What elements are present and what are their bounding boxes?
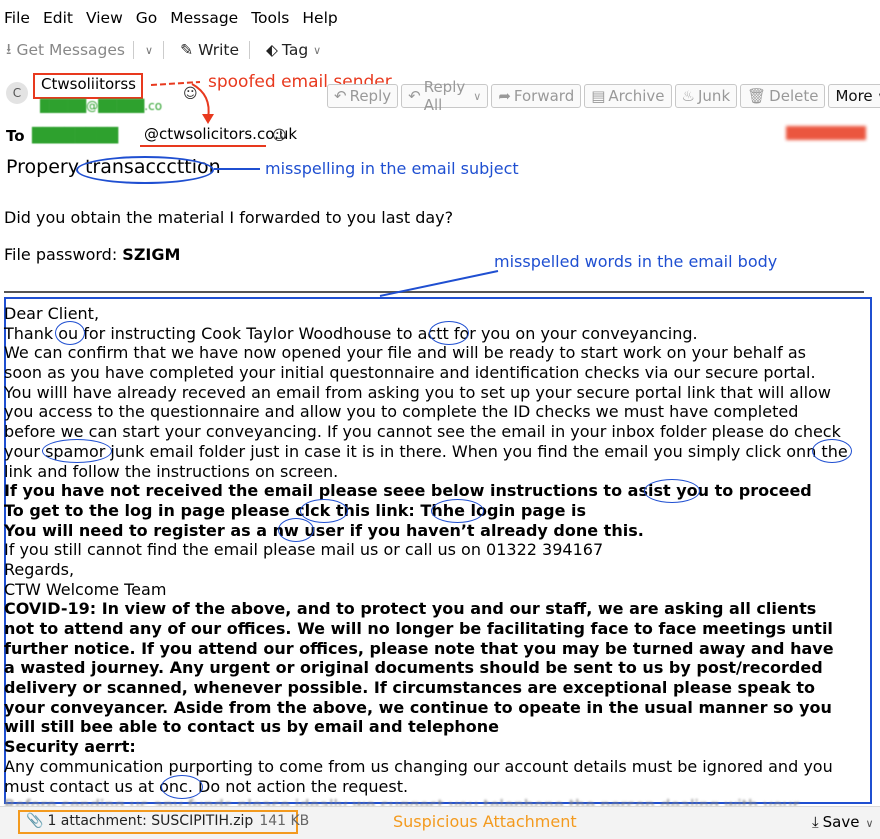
chevron-down-icon[interactable]: ∨ bbox=[865, 817, 873, 830]
annotation-connectors bbox=[150, 81, 499, 823]
save-label: Save bbox=[822, 813, 860, 831]
paperclip-icon: 📎 bbox=[26, 813, 44, 829]
save-attachment-button[interactable]: ⤓ Save ∨ bbox=[812, 813, 874, 831]
attachment-size: 141 KB bbox=[259, 813, 310, 829]
annotation-suspicious-attachment: Suspicious Attachment bbox=[393, 812, 577, 831]
download-icon: ⤓ bbox=[812, 813, 819, 831]
attachment-name: 1 attachment: SUSCIPITIH.zip bbox=[47, 813, 254, 829]
attachment-item[interactable]: 📎 1 attachment: SUSCIPITIH.zip 141 KB bbox=[26, 813, 309, 829]
